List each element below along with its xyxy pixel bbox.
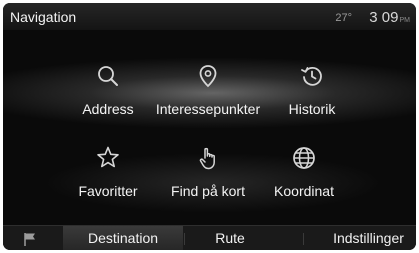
clock-display: 3 09PM (369, 9, 410, 26)
menu-item-label: Koordinat (274, 183, 334, 199)
star-icon (97, 146, 119, 168)
bottom-tab-bar: Destination Rute Indstillinger (3, 225, 416, 250)
history-icon (301, 67, 322, 86)
tab-rute[interactable]: Rute (185, 226, 275, 250)
tab-indstillinger[interactable]: Indstillinger (321, 226, 416, 250)
flag-icon[interactable] (22, 231, 38, 247)
tab-destination[interactable]: Destination (63, 226, 183, 250)
location-pin-icon (199, 65, 217, 88)
top-bar: Navigation 27° 3 09PM (3, 3, 416, 30)
temperature-display: 27° (335, 12, 352, 24)
tab-divider (303, 233, 304, 245)
page-title: Navigation (10, 9, 77, 25)
menu-item-koordinat[interactable]: Koordinat (239, 145, 369, 211)
menu-item-historik[interactable]: Historik (247, 63, 377, 129)
hand-pointer-icon (199, 147, 215, 170)
globe-icon (293, 147, 315, 169)
clock-time: 3 09 (369, 9, 399, 26)
search-icon (98, 66, 118, 86)
clock-ampm: PM (399, 17, 411, 24)
menu-item-label: Historik (288, 101, 336, 117)
navigation-screen: Navigation 27° 3 09PM Address Interessep… (3, 3, 416, 250)
